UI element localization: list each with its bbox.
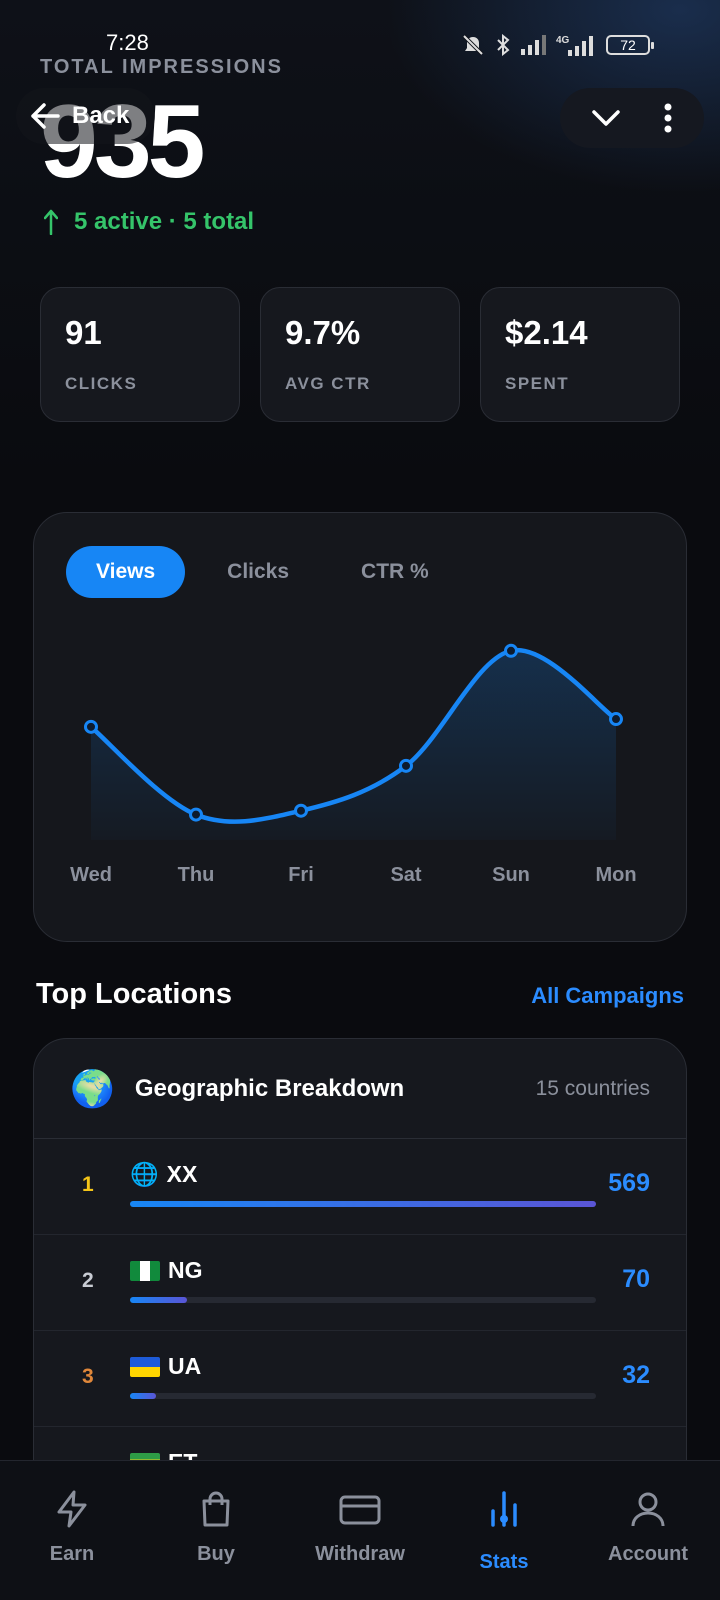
location-value: 32	[622, 1361, 650, 1389]
mute-bell-icon	[462, 34, 484, 56]
battery-indicator: 72	[606, 35, 654, 55]
signal-icon	[521, 35, 546, 55]
location-name: 🌐 XX	[130, 1161, 197, 1188]
chart-tabs: Views Clicks CTR %	[66, 546, 459, 598]
x-tick-label: Sun	[492, 864, 530, 886]
x-tick-label: Thu	[178, 864, 215, 886]
stat-card-avg-ctr: 9.7% AVG CTR	[260, 287, 460, 422]
nav-label: Withdraw	[315, 1543, 405, 1565]
location-rank: 2	[82, 1269, 94, 1292]
active-summary: 5 active · 5 total	[44, 208, 254, 236]
chart-point	[294, 803, 308, 818]
active-summary-text: 5 active · 5 total	[74, 208, 255, 235]
chart-point	[399, 758, 413, 773]
location-code: XX	[166, 1161, 198, 1187]
stats-bars-icon	[491, 1491, 517, 1527]
nav-buy[interactable]: Buy	[144, 1461, 288, 1600]
nav-label: Earn	[49, 1543, 95, 1565]
location-rank: 3	[82, 1365, 94, 1388]
chart-card: Views Clicks CTR % Wed Thu Fri Sat Sun Mon	[33, 512, 687, 942]
credit-card-icon	[339, 1495, 381, 1525]
status-icons: 4G 72	[460, 34, 654, 56]
chart-point	[189, 807, 203, 822]
location-bar-fill	[130, 1201, 596, 1207]
back-button[interactable]: Back	[16, 88, 156, 144]
flag-ua-icon	[130, 1356, 160, 1377]
more-vertical-icon[interactable]	[663, 103, 673, 133]
stat-label: SPENT	[505, 374, 570, 393]
stat-card-spent: $2.14 SPENT	[480, 287, 680, 422]
tab-clicks[interactable]: Clicks	[197, 546, 319, 598]
lightning-icon	[57, 1490, 87, 1528]
all-campaigns-link[interactable]: All Campaigns	[531, 983, 684, 1009]
nav-label: Account	[608, 1543, 688, 1565]
location-bar-fill	[130, 1393, 157, 1399]
globe-africa-icon: 🌍	[70, 1067, 115, 1109]
arrow-up-icon	[44, 209, 58, 235]
location-row[interactable]: 3 UA 32	[34, 1331, 686, 1427]
tab-views[interactable]: Views	[66, 546, 186, 598]
nav-stats[interactable]: Stats	[432, 1461, 576, 1600]
nav-label: Stats	[479, 1551, 529, 1573]
chart-point	[84, 719, 98, 734]
geo-count: 15 countries	[535, 1076, 650, 1100]
location-name: UA	[130, 1353, 201, 1380]
x-tick-label: Wed	[70, 864, 112, 886]
location-bar-track	[130, 1297, 596, 1303]
stat-card-clicks: 91 CLICKS	[40, 287, 240, 422]
geo-title: Geographic Breakdown	[134, 1074, 405, 1102]
location-value: 569	[608, 1169, 650, 1197]
tab-ctr[interactable]: CTR %	[331, 546, 459, 598]
nav-earn[interactable]: Earn	[0, 1461, 144, 1600]
location-code: NG	[168, 1257, 203, 1283]
chart-point	[609, 712, 623, 727]
location-bar-fill	[130, 1297, 188, 1303]
location-bar-track	[130, 1201, 596, 1207]
bluetooth-icon	[497, 34, 510, 56]
nav-withdraw[interactable]: Withdraw	[288, 1461, 432, 1600]
location-value: 70	[622, 1265, 650, 1293]
chart-point	[504, 643, 518, 658]
location-row[interactable]: 2 NG 70	[34, 1235, 686, 1331]
geographic-breakdown-card: 🌍 Geographic Breakdown 15 countries 1 🌐 XX…	[33, 1038, 687, 1478]
location-bar-track	[130, 1393, 596, 1399]
x-tick-label: Mon	[595, 864, 636, 886]
total-impressions-label: TOTAL IMPRESSIONS	[40, 56, 283, 78]
stat-value: 9.7%	[285, 314, 361, 351]
globe-icon: 🌐	[130, 1161, 159, 1187]
location-rank: 1	[82, 1173, 94, 1196]
status-time: 7:28	[106, 30, 149, 55]
views-chart: Wed Thu Fri Sat Sun Mon	[70, 643, 637, 886]
nav-account[interactable]: Account	[576, 1461, 720, 1600]
flag-ng-icon	[130, 1260, 160, 1281]
stat-label: CLICKS	[65, 374, 138, 393]
location-row[interactable]: 1 🌐 XX 569	[34, 1139, 686, 1235]
x-tick-label: Fri	[288, 864, 314, 886]
chevron-down-icon[interactable]	[591, 108, 621, 128]
stat-value: 91	[65, 314, 102, 351]
header-actions	[560, 88, 704, 148]
shopping-bag-icon	[202, 1491, 230, 1527]
signal-4g-icon: 4G	[556, 35, 593, 56]
geo-header: 🌍 Geographic Breakdown 15 countries	[34, 1039, 686, 1139]
chart-area	[91, 650, 616, 840]
stat-value: $2.14	[505, 314, 588, 351]
location-name: NG	[130, 1257, 203, 1284]
svg-text:4G: 4G	[556, 35, 570, 46]
user-icon	[631, 1492, 665, 1527]
location-code: UA	[168, 1353, 202, 1379]
bottom-nav: Earn Buy Withdraw Stats Account	[0, 1460, 720, 1600]
back-label: Back	[72, 102, 130, 129]
arrow-left-icon	[31, 103, 60, 129]
top-locations-title: Top Locations	[36, 978, 233, 1010]
x-tick-label: Sat	[390, 864, 421, 886]
stat-label: AVG CTR	[285, 374, 371, 393]
nav-label: Buy	[197, 1543, 235, 1565]
